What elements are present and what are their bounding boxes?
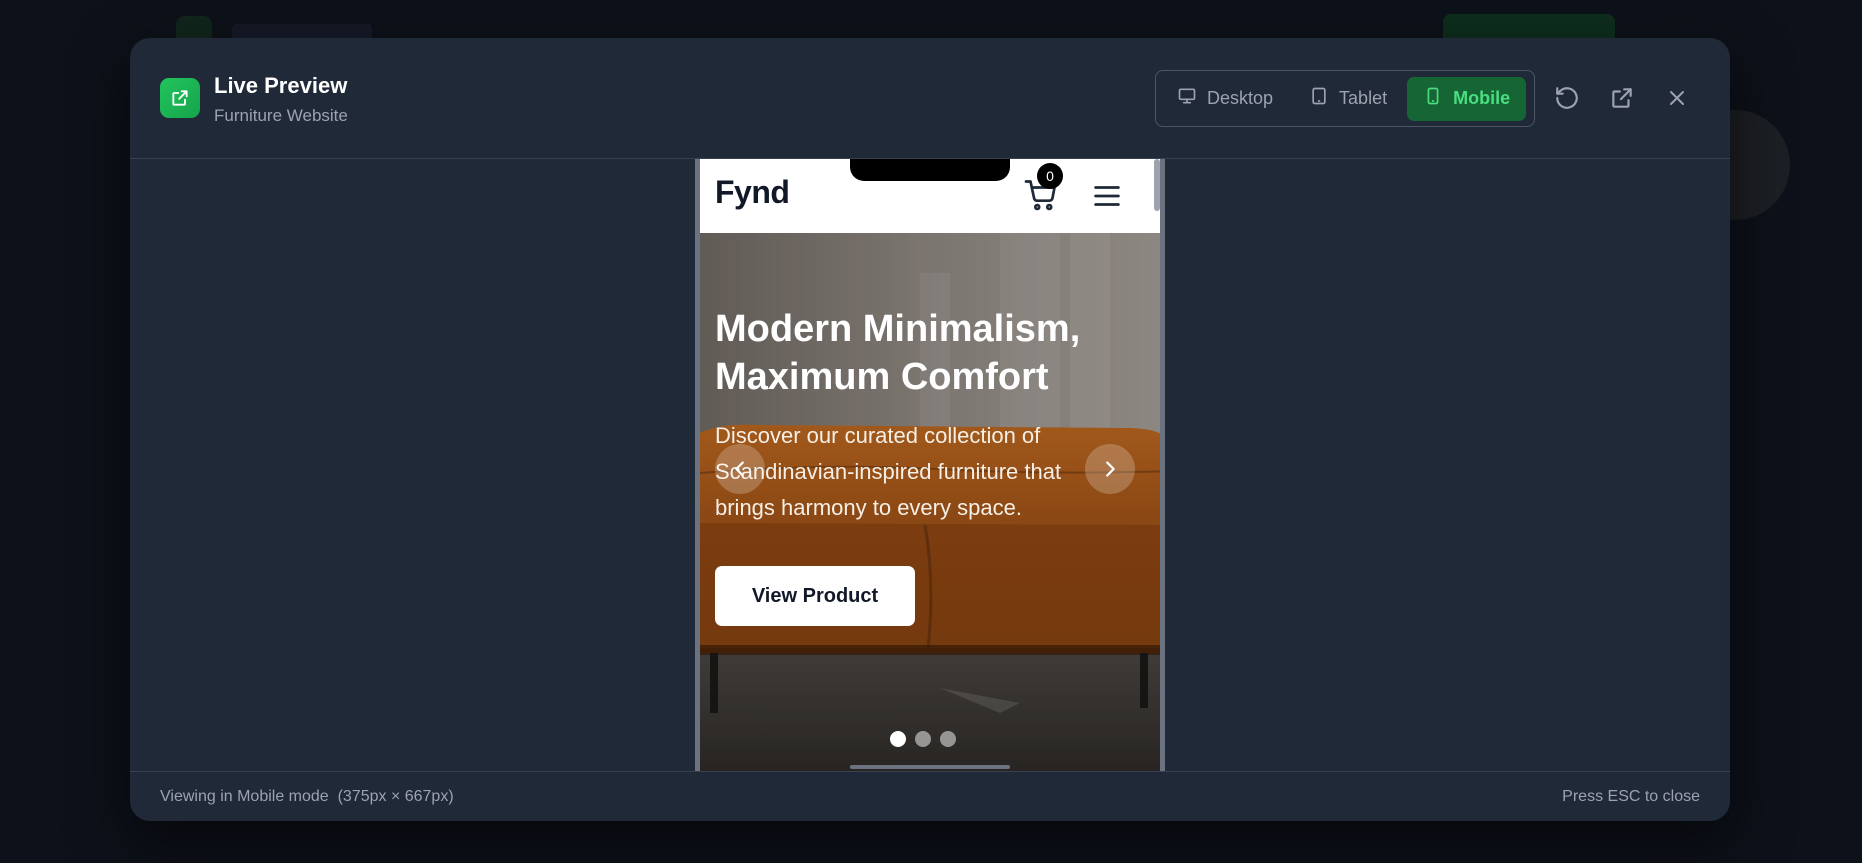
hero-carousel: Modern Minimalism, Maximum Comfort Disco… [700, 233, 1160, 771]
open-in-new-tab-button[interactable] [1607, 83, 1637, 113]
preview-scrollbar[interactable] [1154, 159, 1160, 211]
viewing-mode-status: Viewing in Mobile mode (375px × 667px) [160, 788, 454, 806]
smartphone-icon [1423, 86, 1443, 111]
hamburger-menu-icon [1094, 186, 1120, 206]
carousel-dot-1[interactable] [890, 731, 906, 747]
modal-title: Live Preview [214, 73, 348, 98]
mobile-device-frame: Fynd 0 Modern Minimalism, Maximum Comfor… [695, 159, 1165, 771]
carousel-next-button[interactable] [1085, 444, 1135, 494]
site-brand-logo[interactable]: Fynd [715, 174, 790, 211]
hero-description: Discover our curated collection of Scand… [715, 423, 1062, 520]
close-icon [1670, 91, 1684, 105]
external-link-icon [1612, 88, 1632, 108]
view-mode-switcher: Desktop Tablet Mobile [1155, 70, 1535, 127]
carousel-prev-button[interactable] [715, 444, 765, 494]
external-link-badge-icon [160, 78, 200, 118]
viewport-size-text: (375px × 667px) [337, 788, 454, 805]
tablet-view-button[interactable]: Tablet [1293, 77, 1403, 121]
tablet-icon [1309, 86, 1329, 111]
viewing-mode-text: Viewing in Mobile mode [160, 788, 329, 805]
modal-footer: Viewing in Mobile mode (375px × 667px) P… [130, 771, 1730, 821]
chevron-left-icon [735, 461, 744, 477]
refresh-button[interactable] [1552, 83, 1582, 113]
view-product-button[interactable]: View Product [715, 566, 915, 626]
desktop-view-button[interactable]: Desktop [1161, 77, 1289, 121]
refresh-icon [1556, 87, 1578, 109]
device-notch [850, 159, 1010, 181]
monitor-icon [1177, 86, 1197, 111]
mobile-view-button[interactable]: Mobile [1407, 76, 1527, 121]
menu-button[interactable] [1090, 179, 1124, 213]
cart-count-badge: 0 [1037, 163, 1063, 189]
desktop-view-label: Desktop [1207, 88, 1274, 108]
carousel-dot-2[interactable] [915, 731, 931, 747]
carousel-dot-3[interactable] [940, 731, 956, 747]
close-button[interactable] [1662, 83, 1692, 113]
esc-hint: Press ESC to close [1562, 788, 1700, 805]
live-preview-modal: Live Preview Furniture Website Desktop T… [130, 38, 1730, 821]
hero-heading: Modern Minimalism, Maximum Comfort [715, 308, 1081, 398]
modal-header: Live Preview Furniture Website Desktop T… [130, 38, 1730, 159]
tablet-view-label: Tablet [1339, 88, 1388, 108]
chevron-right-icon [1106, 461, 1115, 477]
carousel-indicators [890, 731, 956, 747]
mobile-view-label: Mobile [1453, 88, 1511, 108]
device-home-indicator [850, 765, 1010, 769]
modal-subtitle: Furniture Website [214, 106, 348, 125]
preview-stage: Fynd 0 Modern Minimalism, Maximum Comfor… [130, 159, 1730, 771]
